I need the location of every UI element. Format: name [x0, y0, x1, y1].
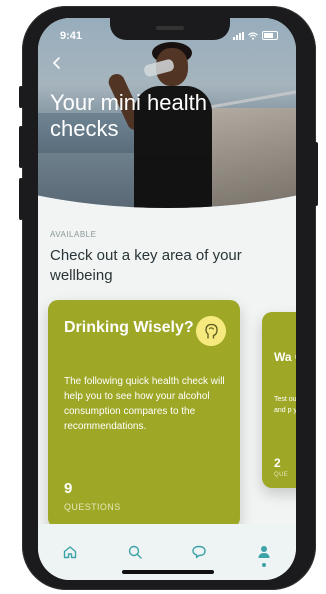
questions-count: 2 [274, 456, 281, 470]
tab-profile[interactable] [251, 539, 277, 567]
card-title: Wa Che [274, 350, 296, 364]
health-check-card-next[interactable]: Wa Che Test our T We'll and p you 2 QUE [262, 312, 296, 488]
search-icon [128, 545, 142, 559]
health-checks-section: AVAILABLE Check out a key area of your w… [38, 208, 296, 528]
tab-chat[interactable] [186, 539, 212, 565]
phone-volume-up [19, 126, 23, 168]
profile-icon [258, 546, 270, 558]
section-subtitle: Check out a key area of your wellbeing [50, 247, 242, 284]
active-tab-indicator [261, 563, 266, 567]
questions-count: 9 [64, 480, 73, 497]
phone-power-button [314, 142, 318, 206]
tab-search[interactable] [122, 539, 148, 565]
battery-icon [262, 31, 278, 40]
head-icon [196, 316, 226, 346]
card-description: Test our T We'll and p you [274, 396, 296, 414]
page-title: Your mini health checks [50, 90, 207, 141]
back-arrow-icon[interactable] [50, 56, 64, 70]
questions-label: QUESTIONS [64, 502, 121, 512]
card-description: The following quick health check will he… [64, 376, 225, 432]
health-check-card-drinking[interactable]: Drinking Wisely? The following quick hea… [48, 300, 240, 528]
signal-icon [233, 31, 244, 40]
app-screen: 9:41 Your mini health checks AVAILABLE C… [38, 18, 296, 580]
home-icon [64, 546, 77, 559]
tab-home[interactable] [57, 539, 83, 565]
chat-icon [192, 545, 206, 559]
home-indicator[interactable] [122, 570, 214, 574]
status-time: 9:41 [60, 30, 83, 42]
phone-mute-switch [19, 86, 23, 108]
questions-label: QUE [274, 472, 289, 478]
card-title: Drinking Wisely? [64, 319, 194, 336]
phone-volume-down [19, 178, 23, 220]
wifi-icon [248, 31, 258, 40]
phone-notch [110, 18, 230, 40]
status-bar: 9:41 [38, 18, 296, 48]
section-eyebrow: AVAILABLE [50, 230, 97, 239]
